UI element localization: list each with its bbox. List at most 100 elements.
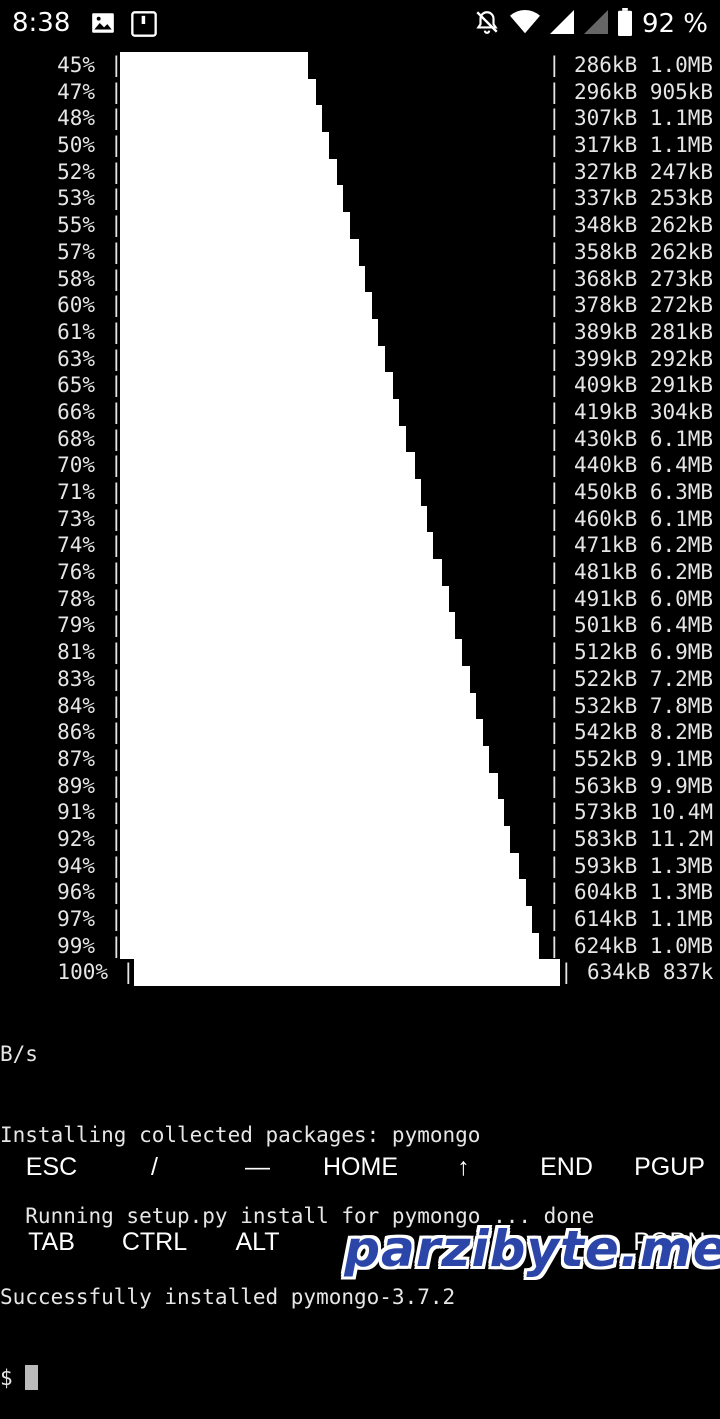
progress-percent: 55% — [57, 213, 95, 238]
progress-percent: 83% — [57, 666, 95, 691]
bell-off-icon — [474, 8, 500, 40]
progress-percent: 50% — [57, 133, 95, 158]
terminal-prompt-line[interactable]: $ — [0, 1365, 720, 1392]
key-0[interactable]: ESC — [0, 1130, 103, 1205]
progress-bar-right-edge: | — [548, 480, 561, 504]
system-icons: 92 % — [474, 8, 708, 40]
progress-bar-fill — [120, 719, 483, 746]
key-2[interactable]: — — [206, 1130, 309, 1205]
progress-stats: 634kB 837k — [587, 960, 714, 985]
progress-bar-fill — [120, 932, 539, 960]
status-bar: 8:38 92 % — [0, 0, 720, 48]
progress-bar-fill — [120, 292, 372, 319]
terminal-line: Successfully installed pymongo-3.7.2 — [0, 1285, 456, 1309]
progress-percent: 70% — [57, 453, 95, 478]
progress-percent: 57% — [57, 239, 95, 264]
progress-percent: 99% — [57, 933, 95, 958]
progress-row: 97% | | 614kB 1.1MB — [0, 906, 720, 933]
progress-row: 81% | | 512kB 6.9MB — [0, 639, 720, 666]
progress-row: 68% | | 430kB 6.1MB — [0, 425, 720, 453]
progress-percent: 89% — [57, 773, 95, 798]
progress-stats: 573kB 10.4M — [574, 800, 714, 825]
progress-stats: 563kB 9.9MB — [574, 773, 714, 798]
progress-percent: 81% — [57, 640, 95, 665]
progress-row: 92% | | 583kB 11.2M — [0, 825, 720, 853]
progress-percent: 84% — [57, 693, 95, 718]
progress-bar-right-edge: | — [548, 933, 561, 958]
key-0[interactable]: TAB — [0, 1205, 103, 1280]
progress-row: 60% | | 378kB 272kB — [0, 292, 720, 319]
progress-percent: 60% — [57, 293, 95, 318]
progress-row: 83% | | 522kB 7.2MB — [0, 665, 720, 693]
progress-bar-right-edge: | — [548, 720, 561, 745]
progress-bar-fill — [120, 105, 322, 133]
progress-bar-fill — [120, 692, 477, 720]
progress-percent: 76% — [57, 560, 95, 585]
progress-percent: 94% — [57, 853, 95, 878]
progress-percent: 86% — [57, 720, 95, 745]
progress-percent: 74% — [57, 533, 95, 558]
key-2[interactable]: ALT — [206, 1205, 309, 1280]
progress-bar-right-edge: | — [548, 506, 561, 531]
key-1[interactable]: CTRL — [103, 1205, 206, 1280]
extra-keys-row-1: ESC / — HOME ↑ END PGUP — [0, 1130, 720, 1205]
progress-row: 76% | | 481kB 6.2MB — [0, 559, 720, 586]
progress-percent: 71% — [57, 480, 95, 504]
progress-stats: 614kB 1.1MB — [574, 907, 714, 931]
progress-bar-fill — [134, 959, 560, 987]
key-6[interactable]: PGUP — [618, 1130, 720, 1205]
progress-row: 89% | | 563kB 9.9MB — [0, 772, 720, 800]
progress-bar-right-edge: | — [548, 613, 561, 638]
progress-percent: 78% — [57, 586, 95, 611]
progress-percent: 100% — [57, 960, 108, 985]
progress-stats: 450kB 6.3MB — [574, 480, 714, 504]
progress-bar-right-edge: | — [548, 159, 561, 184]
progress-percent: 45% — [57, 53, 95, 77]
progress-bar-fill — [120, 158, 338, 186]
progress-stats: 542kB 8.2MB — [574, 720, 714, 745]
progress-row: 100% | | 634kB 837k — [0, 959, 720, 987]
progress-percent: 61% — [57, 319, 95, 344]
progress-row: 50% | | 317kB 1.1MB — [0, 132, 720, 159]
progress-percent: 53% — [57, 186, 95, 211]
progress-bar-fill — [120, 265, 365, 293]
progress-bar-fill — [120, 52, 309, 79]
signal-icon-2 — [583, 9, 608, 39]
progress-bar-fill — [120, 585, 449, 613]
progress-stats: 419kB 304kB — [574, 399, 714, 424]
progress-bar-right-edge: | — [548, 693, 561, 718]
progress-stats: 624kB 1.0MB — [574, 933, 714, 958]
progress-bar-right-edge: | — [560, 960, 573, 985]
progress-bar-fill — [120, 665, 471, 693]
progress-bar-right-edge: | — [548, 826, 561, 851]
progress-row: 61% | | 389kB 281kB — [0, 318, 720, 346]
progress-bar-right-edge: | — [548, 907, 561, 931]
key-4[interactable]: ↑ — [412, 1130, 515, 1205]
progress-stats: 307kB 1.1MB — [574, 106, 714, 131]
key-1[interactable]: / — [103, 1130, 206, 1205]
terminal-progress-output: 45% | | 286kB 1.0MB 47% | | 296kB 905kB 48% | | 307… — [0, 52, 720, 987]
progress-bar-right-edge: | — [548, 106, 561, 131]
progress-row: 91% | | 573kB 10.4M — [0, 799, 720, 826]
progress-row: 48% | | 307kB 1.1MB — [0, 105, 720, 133]
progress-percent: 73% — [57, 506, 95, 531]
progress-row: 74% | | 471kB 6.2MB — [0, 532, 720, 560]
progress-stats: 409kB 291kB — [574, 373, 714, 398]
progress-stats: 481kB 6.2MB — [574, 560, 714, 585]
progress-bar-right-edge: | — [548, 426, 561, 451]
key-3[interactable]: HOME — [309, 1130, 412, 1205]
progress-stats: 317kB 1.1MB — [574, 133, 714, 158]
progress-row: 84% | | 532kB 7.8MB — [0, 692, 720, 720]
progress-bar-fill — [120, 772, 498, 800]
progress-percent: 68% — [57, 426, 95, 451]
progress-bar-right-edge: | — [548, 399, 561, 424]
progress-bar-fill — [120, 906, 532, 933]
progress-percent: 58% — [57, 266, 95, 291]
key-5[interactable]: END — [515, 1130, 618, 1205]
progress-row: 87% | | 552kB 9.1MB — [0, 745, 720, 773]
progress-stats: 583kB 11.2M — [574, 826, 714, 851]
progress-bar-fill — [120, 559, 442, 586]
progress-row: 45% | | 286kB 1.0MB — [0, 52, 720, 79]
progress-bar-fill — [120, 799, 505, 826]
progress-bar-fill — [120, 639, 462, 666]
